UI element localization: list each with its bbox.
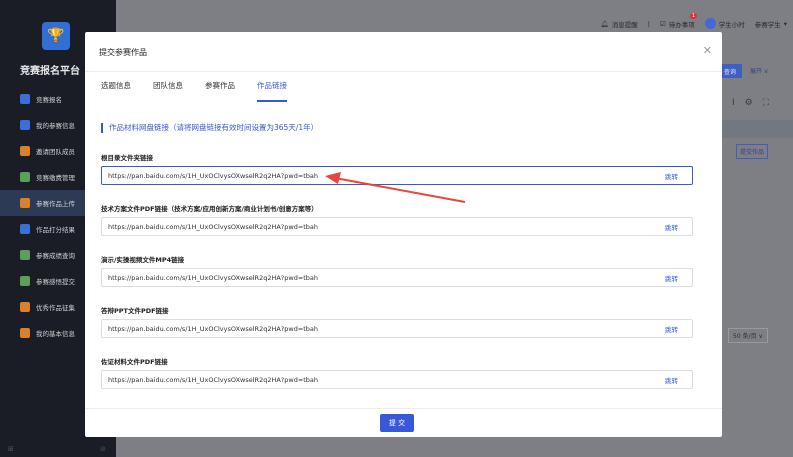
sidebar-item-label: 作品打分结果: [36, 226, 75, 234]
sidebar-item-label: 参赛成绩查询: [36, 252, 75, 260]
table-header: [722, 120, 793, 138]
submit-work-link[interactable]: 提交作品: [736, 144, 769, 159]
menu-item-icon: [20, 328, 30, 338]
submit-work-dialog: 提交参赛作品 ✕ 选题信息 团队信息 参赛作品 作品链接 作品材料网盘链接（请将…: [85, 32, 722, 437]
app-brand: 竞赛报名平台: [20, 66, 80, 77]
menu-item-icon: [20, 120, 30, 130]
gear-icon[interactable]: ⚙: [745, 98, 763, 108]
sidebar-item-label: 我的参赛信息: [36, 122, 75, 130]
menu-item-icon: [20, 224, 30, 234]
user-menu[interactable]: 参赛学生 ▾: [755, 19, 787, 29]
table-tools: I⚙⛶: [732, 98, 779, 108]
todo-badge: 1: [689, 12, 698, 19]
sidebar-item-label: 竞赛报名: [36, 96, 62, 104]
column-height-icon[interactable]: I: [732, 98, 745, 108]
avatar: [704, 18, 716, 29]
bell-icon: 🔔︎: [600, 19, 609, 28]
menu-item-icon: [20, 172, 30, 182]
sidebar-item-label: 邀请团队成员: [36, 148, 75, 156]
menu-item-icon: [20, 250, 30, 260]
sidebar-item-label: 我的基本信息: [36, 330, 75, 338]
checkbox-icon: ☑: [659, 19, 666, 28]
caret-down-icon: ▾: [783, 19, 787, 28]
chevron-down-icon: ∨: [763, 68, 769, 75]
fullscreen-icon[interactable]: ⛶: [763, 98, 779, 108]
hours-indicator[interactable]: 学生小时: [704, 18, 745, 29]
expand-toggle[interactable]: 展开 ∨: [750, 66, 768, 75]
menu-item-icon: [20, 146, 30, 156]
sidebar-item-label: 竞赛缴费管理: [36, 174, 75, 182]
trophy-logo-icon: 🏆: [42, 22, 70, 50]
todo-button[interactable]: ☑ 待办事项 1: [659, 12, 698, 29]
menu-item-icon: [20, 276, 30, 286]
background-content: 查询 展开 ∨ I⚙⛶ 提交作品 50 条/页 ∨: [718, 46, 793, 457]
menu-item-icon: [20, 302, 30, 312]
sidebar-footer: ⊞ ⊘: [8, 445, 106, 453]
collapse-icon[interactable]: ⊘: [100, 445, 106, 453]
notifications-button[interactable]: 🔔︎ 消息提醒: [600, 19, 637, 29]
annotation-arrow-icon: [325, 172, 466, 203]
sidebar-item-label: 参赛感悟提交: [36, 278, 75, 286]
sidebar-item-label: 参赛作品上传: [36, 200, 75, 208]
menu-item-icon: [20, 198, 30, 208]
page-size-select[interactable]: 50 条/页 ∨: [728, 328, 768, 343]
topbar-divider: |: [647, 19, 650, 28]
sidebar-item-label: 优秀作品征集: [36, 304, 75, 312]
menu-item-icon: [20, 94, 30, 104]
grid-icon[interactable]: ⊞: [8, 445, 14, 453]
